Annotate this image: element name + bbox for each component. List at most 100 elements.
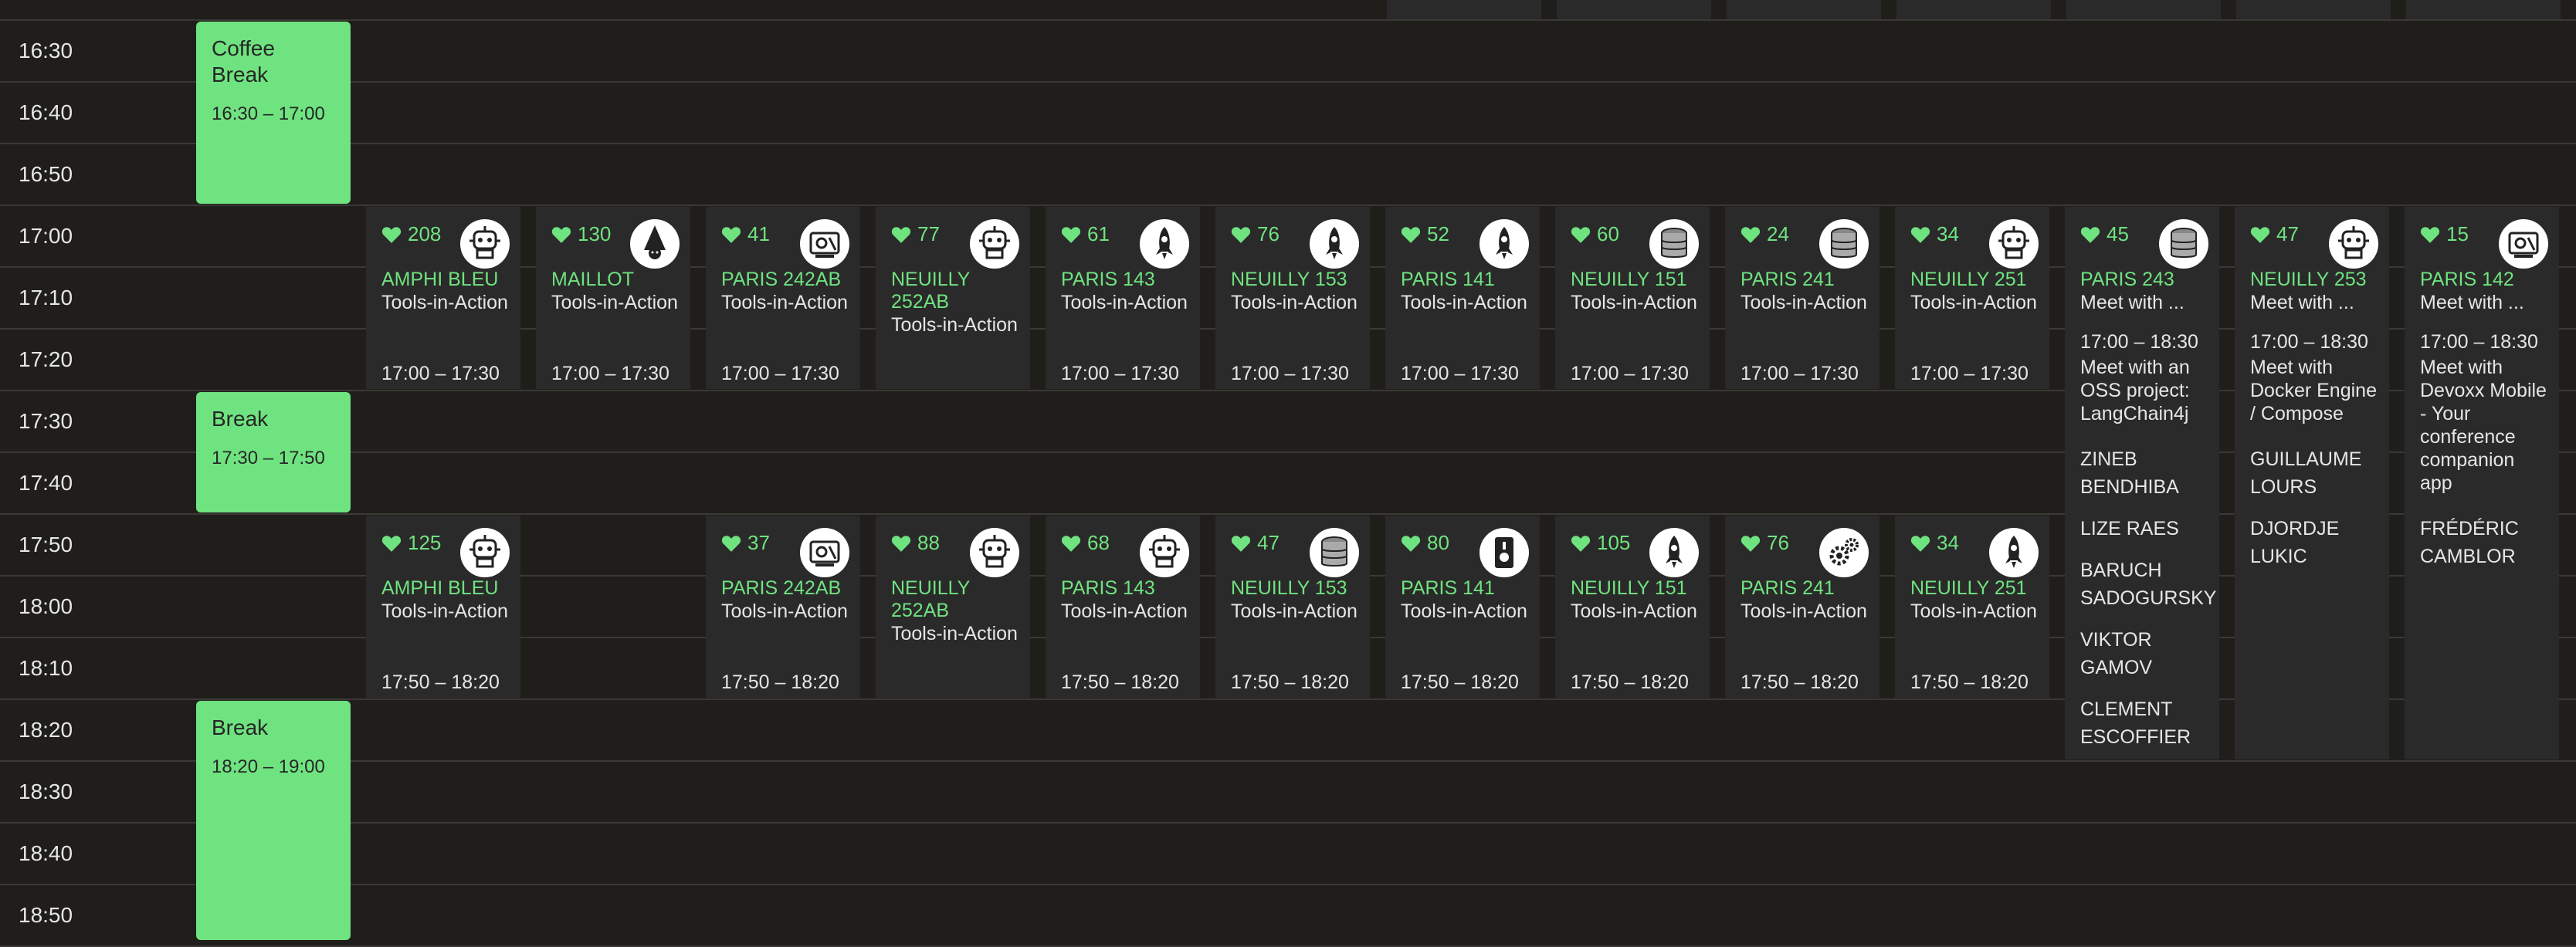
favorite-number: 47 xyxy=(2276,222,2299,245)
grid-line xyxy=(0,760,2576,762)
favorite-number: 52 xyxy=(1427,222,1449,245)
favorite-count[interactable]: 130 xyxy=(551,222,611,246)
favorite-count[interactable]: 47 xyxy=(1231,531,1280,555)
session-card[interactable]: 52 PARIS 141 Tools-in-Action 17:00 – 17:30 xyxy=(1385,207,1540,389)
favorite-count[interactable]: 34 xyxy=(1910,222,1959,246)
speaker-name[interactable]: CLEMENT ESCOFFIER xyxy=(2080,695,2208,751)
favorite-count[interactable]: 41 xyxy=(721,222,770,246)
session-card[interactable]: 130 MAILLOT Tools-in-Action 17:00 – 17:30 xyxy=(536,207,690,389)
session-card-partial[interactable] xyxy=(2236,0,2391,20)
favorite-count[interactable]: 68 xyxy=(1061,531,1110,555)
session-track: Tools-in-Action xyxy=(891,314,1018,336)
favorite-count[interactable]: 47 xyxy=(2250,222,2299,246)
time-label: 17:40 xyxy=(19,471,73,495)
card-header: 45 xyxy=(2080,219,2208,269)
room-name: AMPHI BLEU xyxy=(381,577,499,599)
session-card[interactable]: 41 PARIS 242AB Tools-in-Action 17:00 – 17:3… xyxy=(706,207,860,389)
favorite-count[interactable]: 34 xyxy=(1910,531,1959,555)
track-avatar xyxy=(1310,528,1359,577)
time-label: 18:50 xyxy=(19,903,73,927)
session-card[interactable]: 24 PARIS 241 Tools-in-Action 17:00 – 17:30 xyxy=(1725,207,1879,389)
track-avatar xyxy=(460,528,510,577)
session-track: Tools-in-Action xyxy=(1571,600,1697,622)
session-card[interactable]: 47 NEUILLY 153 Tools-in-Action 17:50 – 18:2… xyxy=(1215,516,1370,698)
speaker-name[interactable]: GUILLAUME LOURS xyxy=(2250,445,2378,501)
favorite-number: 125 xyxy=(408,531,442,554)
session-card[interactable]: 34 NEUILLY 251 Tools-in-Action 17:00 – 17:3… xyxy=(1895,207,2049,389)
grid-line xyxy=(0,205,2576,206)
session-card[interactable]: 76 NEUILLY 153 Tools-in-Action 17:00 – 17:3… xyxy=(1215,207,1370,389)
session-card-partial[interactable] xyxy=(2066,0,2221,20)
card-header: 208 xyxy=(381,219,510,269)
speaker-name[interactable]: FRéDéRIC CAMBLOR xyxy=(2420,515,2548,570)
favorite-number: 76 xyxy=(1257,222,1280,245)
room-name: PARIS 142 xyxy=(2420,269,2514,290)
speaker-name[interactable]: VIKTOR GAMOV xyxy=(2080,626,2208,682)
session-card[interactable]: 77 NEUILLY 252AB Tools-in-Action xyxy=(876,207,1030,389)
heart-icon xyxy=(2420,225,2440,245)
break-block[interactable]: Coffee Break 16:30 – 17:00 xyxy=(196,22,351,204)
session-card[interactable]: 45 PARIS 243 Meet with ... 17:00 – 18:30 Mee… xyxy=(2065,207,2219,759)
heart-icon xyxy=(721,533,741,553)
break-block[interactable]: Break 18:20 – 19:00 xyxy=(196,701,351,940)
session-card[interactable]: 34 NEUILLY 251 Tools-in-Action 17:50 – 18:2… xyxy=(1895,516,2049,698)
card-header: 47 xyxy=(2250,219,2378,269)
favorite-count[interactable]: 76 xyxy=(1231,222,1280,246)
card-header: 77 xyxy=(891,219,1019,269)
session-card[interactable]: 125 AMPHI BLEU Tools-in-Action 17:50 – 18:2… xyxy=(366,516,520,698)
speaker-name[interactable]: LIZE RAES xyxy=(2080,515,2208,543)
favorite-count[interactable]: 24 xyxy=(1740,222,1789,246)
session-card[interactable]: 68 PARIS 143 Tools-in-Action 17:50 – 18:20 xyxy=(1046,516,1200,698)
heart-icon xyxy=(1740,225,1761,245)
session-card[interactable]: 37 PARIS 242AB Tools-in-Action 17:50 – 18:2… xyxy=(706,516,860,698)
session-card[interactable]: 88 NEUILLY 252AB Tools-in-Action xyxy=(876,516,1030,698)
session-track: Tools-in-Action xyxy=(1571,292,1697,313)
favorite-number: 105 xyxy=(1597,531,1631,554)
session-card[interactable]: 61 PARIS 143 Tools-in-Action 17:00 – 17:30 xyxy=(1046,207,1200,389)
favorite-count[interactable]: 125 xyxy=(381,531,441,555)
session-card-partial[interactable] xyxy=(1387,0,1541,20)
session-card[interactable]: 15 PARIS 142 Meet with ... 17:00 – 18:30 Mee… xyxy=(2405,207,2559,759)
session-card[interactable]: 208 AMPHI BLEU Tools-in-Action 17:00 – 17:3… xyxy=(366,207,520,389)
session-card[interactable]: 47 NEUILLY 253 Meet with ... 17:00 – 18:30 M… xyxy=(2235,207,2389,759)
session-track: Tools-in-Action xyxy=(1910,600,2037,622)
session-card-partial[interactable] xyxy=(1557,0,1711,20)
break-title: Coffee Break xyxy=(212,36,275,86)
session-card-partial[interactable] xyxy=(1727,0,1881,20)
session-card[interactable]: 80 PARIS 141 Tools-in-Action 17:50 – 18:20 xyxy=(1385,516,1540,698)
session-card[interactable]: 105 NEUILLY 151 Tools-in-Action 17:50 – 18:… xyxy=(1555,516,1710,698)
favorite-count[interactable]: 105 xyxy=(1571,531,1630,555)
favorite-count[interactable]: 37 xyxy=(721,531,770,555)
favorite-count[interactable]: 15 xyxy=(2420,222,2469,246)
heart-icon xyxy=(1061,225,1081,245)
session-card-partial[interactable] xyxy=(2406,0,2561,20)
speaker-name[interactable]: BARUCH SADOGURSKY xyxy=(2080,556,2216,612)
track-avatar xyxy=(1989,219,2039,269)
session-card[interactable]: 76 PARIS 241 Tools-in-Action 17:50 – 18:20 xyxy=(1725,516,1879,698)
room-name: NEUILLY 251 xyxy=(1910,577,2027,599)
favorite-count[interactable]: 61 xyxy=(1061,222,1110,246)
favorite-count[interactable]: 60 xyxy=(1571,222,1619,246)
favorite-count[interactable]: 52 xyxy=(1401,222,1449,246)
session-time: 17:50 – 18:20 xyxy=(1910,671,2029,693)
favorite-count[interactable]: 77 xyxy=(891,222,940,246)
session-card[interactable]: 60 NEUILLY 151 Tools-in-Action 17:00 – 17:3… xyxy=(1555,207,1710,389)
break-block[interactable]: Break 17:30 – 17:50 xyxy=(196,392,351,512)
time-label: 17:20 xyxy=(19,347,73,371)
favorite-count[interactable]: 80 xyxy=(1401,531,1449,555)
speaker-name[interactable]: DJORDJE LUKIC xyxy=(2250,515,2378,570)
track-avatar xyxy=(1819,219,1869,269)
time-label: 17:30 xyxy=(19,409,73,433)
favorite-count[interactable]: 45 xyxy=(2080,222,2129,246)
favorite-count[interactable]: 208 xyxy=(381,222,441,246)
favorite-count[interactable]: 76 xyxy=(1740,531,1789,555)
speaker-name[interactable]: ZINEB BENDHIBA xyxy=(2080,445,2208,501)
robot-icon xyxy=(1140,528,1189,577)
track-avatar xyxy=(460,219,510,269)
session-card-partial[interactable] xyxy=(1896,0,2051,20)
session-time: 17:50 – 18:20 xyxy=(1740,671,1859,693)
favorite-count[interactable]: 88 xyxy=(891,531,940,555)
session-time: 17:00 – 17:30 xyxy=(551,363,669,384)
rocket-icon xyxy=(1649,528,1699,577)
robot-icon xyxy=(460,528,510,577)
